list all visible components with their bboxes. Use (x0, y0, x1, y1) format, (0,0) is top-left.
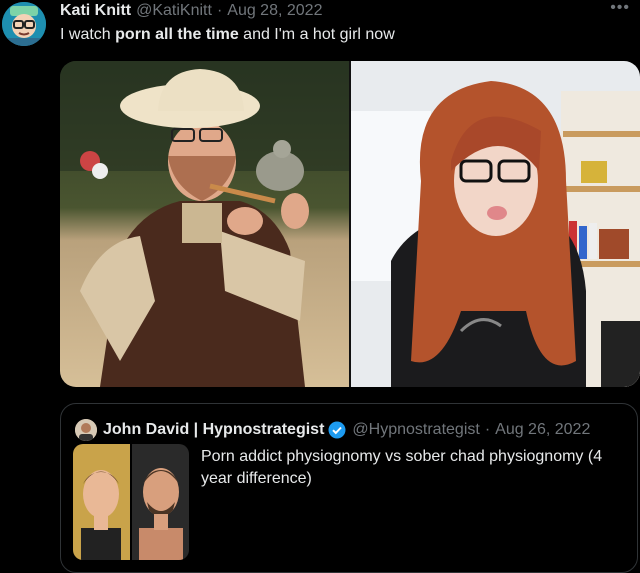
tweet-text-part: and I'm a hot girl now (238, 26, 395, 43)
quote-meta-separator: · (484, 421, 491, 438)
quote-date[interactable]: Aug 26, 2022 (495, 421, 590, 439)
tweet-header: Kati Knitt @KatiKnitt · Aug 28, 2022 ••• (60, 0, 630, 22)
meta-separator: · (216, 2, 223, 19)
verified-badge-icon (328, 421, 346, 439)
tweet[interactable]: Kati Knitt @KatiKnitt · Aug 28, 2022 •••… (0, 0, 640, 573)
tweet-text-bold: porn all the time (115, 26, 239, 43)
tweet-text-part: I watch (60, 26, 116, 43)
media-grid (60, 61, 640, 387)
avatar[interactable] (2, 2, 46, 46)
quote-avatar[interactable] (75, 419, 97, 441)
quote-header: John David | Hypnostrategist @Hypnostrat… (75, 418, 627, 442)
quote-media-comparison[interactable] (73, 444, 189, 560)
quote-text: Porn addict physiognomy vs sober chad ph… (201, 448, 603, 487)
quote-author-name[interactable]: John David | Hypnostrategist (103, 421, 324, 439)
tweet-date[interactable]: Aug 28, 2022 (227, 2, 322, 20)
author-handle[interactable]: @KatiKnitt (136, 2, 212, 20)
photo-woman-red-hair-glasses[interactable] (351, 61, 640, 387)
quote-author-handle[interactable]: @Hypnostrategist (352, 421, 479, 439)
photo-man-safari-hat-turtle[interactable] (60, 61, 349, 387)
tweet-text: I watch porn all the time and I'm a hot … (60, 26, 395, 44)
quoted-tweet[interactable]: John David | Hypnostrategist @Hypnostrat… (60, 403, 638, 573)
author-name[interactable]: Kati Knitt (60, 2, 131, 20)
more-horizontal-icon[interactable]: ••• (610, 0, 630, 18)
